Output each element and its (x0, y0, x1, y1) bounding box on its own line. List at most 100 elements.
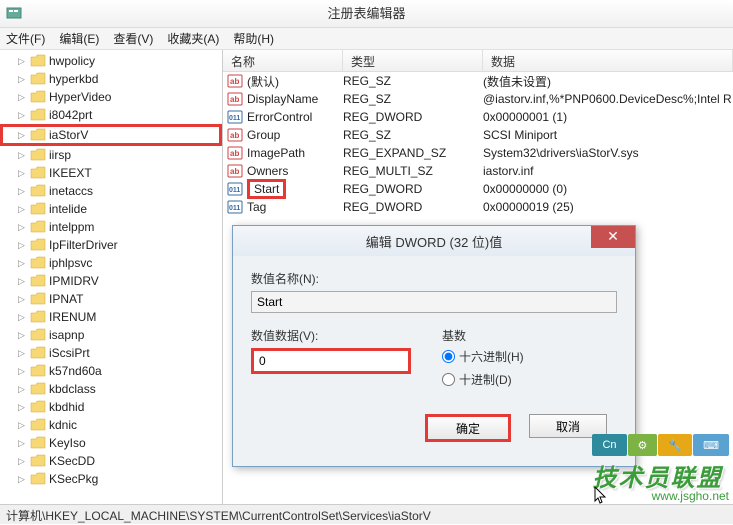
tree-item-ksecpkg[interactable]: ▷ KSecPkg (0, 470, 222, 488)
folder-icon (30, 166, 46, 180)
expand-icon[interactable]: ▷ (18, 204, 28, 215)
tree-item-ipfilterdriver[interactable]: ▷ IpFilterDriver (0, 236, 222, 254)
dialog-body: 数值名称(N): 数值数据(V): 基数 十六进制(H) 十进制(D) 确定 取… (233, 256, 635, 456)
tree-item-label: KeyIso (49, 436, 86, 450)
tree-item-iastorv[interactable]: ▷iaStorV (0, 124, 222, 146)
expand-icon[interactable]: ▷ (18, 312, 28, 323)
expand-icon[interactable]: ▷ (18, 438, 28, 449)
list-row[interactable]: 011TagREG_DWORD0x00000019 (25) (223, 198, 733, 216)
value-type: REG_DWORD (343, 110, 483, 124)
tree-item-i8042prt[interactable]: ▷i8042prt (0, 106, 222, 124)
expand-icon[interactable]: ▷ (18, 366, 28, 377)
value-data-field[interactable] (251, 348, 411, 374)
tree-item-label: KSecPkg (49, 472, 98, 486)
close-icon[interactable]: ✕ (591, 226, 635, 248)
hex-radio[interactable] (442, 350, 455, 363)
tree-item-hypervideo[interactable]: ▷ HyperVideo (0, 88, 222, 106)
tree-item-intelide[interactable]: ▷intelide (0, 200, 222, 218)
col-name-header[interactable]: 名称 (223, 50, 343, 71)
tree-item-iscsiprt[interactable]: ▷ iScsiPrt (0, 344, 222, 362)
tree-item-label: iScsiPrt (49, 346, 90, 360)
folder-icon (30, 382, 46, 396)
dec-radio[interactable] (442, 373, 455, 386)
folder-icon (30, 238, 46, 252)
expand-icon[interactable]: ▷ (18, 240, 28, 251)
value-type: REG_SZ (343, 74, 483, 88)
expand-icon[interactable]: ▷ (18, 186, 28, 197)
list-row[interactable]: abGroupREG_SZSCSI Miniport (223, 126, 733, 144)
svg-text:011: 011 (229, 115, 240, 122)
tree-item-inetaccs[interactable]: ▷inetaccs (0, 182, 222, 200)
ok-button[interactable]: 确定 (425, 414, 511, 442)
tree-item-iphlpsvc[interactable]: ▷ iphlpsvc (0, 254, 222, 272)
tree-item-ipnat[interactable]: ▷ IPNAT (0, 290, 222, 308)
expand-icon[interactable]: ▷ (18, 168, 28, 179)
svg-text:011: 011 (229, 187, 240, 194)
tree-item-label: KSecDD (49, 454, 95, 468)
tree-item-label: isapnp (49, 328, 84, 342)
tree-item-ikeext[interactable]: ▷IKEEXT (0, 164, 222, 182)
value-type: REG_DWORD (343, 182, 483, 196)
tree-item-label: IPNAT (49, 292, 83, 306)
tree-item-label: IpFilterDriver (49, 238, 118, 252)
folder-icon (30, 256, 46, 270)
tree-item-label: hwpolicy (49, 54, 95, 68)
list-row[interactable]: abImagePathREG_EXPAND_SZSystem32\drivers… (223, 144, 733, 162)
expand-icon[interactable]: ▷ (18, 420, 28, 431)
folder-icon (30, 202, 46, 216)
expand-icon[interactable]: ▷ (18, 258, 28, 269)
tree-item-ipmidrv[interactable]: ▷IPMIDRV (0, 272, 222, 290)
menu-view[interactable]: 查看(V) (113, 30, 153, 47)
tree-item-ksecdd[interactable]: ▷ KSecDD (0, 452, 222, 470)
list-row[interactable]: ab(默认)REG_SZ(数值未设置) (223, 72, 733, 90)
expand-icon[interactable]: ▷ (18, 222, 28, 233)
expand-icon[interactable]: ▷ (18, 92, 28, 103)
tree-item-label: iphlpsvc (49, 256, 92, 270)
tree-panel[interactable]: ▷hwpolicy▷hyperkbd▷HyperVideo▷i8042prt▷i… (0, 50, 223, 504)
list-row[interactable]: 011ErrorControlREG_DWORD0x00000001 (1) (223, 108, 733, 126)
expand-icon[interactable]: ▷ (18, 74, 28, 85)
edit-dword-dialog: 编辑 DWORD (32 位)值 ✕ 数值名称(N): 数值数据(V): 基数 … (232, 225, 636, 467)
expand-icon[interactable]: ▷ (18, 276, 28, 287)
expand-icon[interactable]: ▷ (18, 56, 28, 67)
folder-icon (30, 220, 46, 234)
expand-icon[interactable]: ▷ (18, 402, 28, 413)
tree-item-iirsp[interactable]: ▷iirsp (0, 146, 222, 164)
menu-favorites[interactable]: 收藏夹(A) (167, 30, 219, 47)
list-row[interactable]: 011StartREG_DWORD0x00000000 (0) (223, 180, 733, 198)
string-value-icon: ab (227, 163, 243, 179)
menu-edit[interactable]: 编辑(E) (59, 30, 99, 47)
menu-file[interactable]: 文件(F) (6, 30, 45, 47)
tree-item-hwpolicy[interactable]: ▷ hwpolicy (0, 52, 222, 70)
expand-icon[interactable]: ▷ (18, 348, 28, 359)
expand-icon[interactable]: ▷ (18, 474, 28, 485)
tree-item-k57nd60a[interactable]: ▷k57nd60a (0, 362, 222, 380)
tree-item-keyiso[interactable]: ▷ KeyIso (0, 434, 222, 452)
tree-item-hyperkbd[interactable]: ▷hyperkbd (0, 70, 222, 88)
list-row[interactable]: abOwnersREG_MULTI_SZiastorv.inf (223, 162, 733, 180)
tree-item-isapnp[interactable]: ▷ isapnp (0, 326, 222, 344)
expand-icon[interactable]: ▷ (18, 150, 28, 161)
list-row[interactable]: abDisplayNameREG_SZ@iastorv.inf,%*PNP060… (223, 90, 733, 108)
tree-item-irenum[interactable]: ▷IRENUM (0, 308, 222, 326)
tree-item-intelppm[interactable]: ▷intelppm (0, 218, 222, 236)
value-data: @iastorv.inf,%*PNP0600.DeviceDesc%;Intel… (483, 92, 733, 106)
menu-help[interactable]: 帮助(H) (233, 30, 274, 47)
tree-item-label: HyperVideo (49, 90, 111, 104)
expand-icon[interactable]: ▷ (18, 384, 28, 395)
binary-value-icon: 011 (227, 109, 243, 125)
value-type: REG_EXPAND_SZ (343, 146, 483, 160)
folder-icon (30, 184, 46, 198)
tree-item-kbdhid[interactable]: ▷kbdhid (0, 398, 222, 416)
expand-icon[interactable]: ▷ (18, 110, 28, 121)
tree-item-kbdclass[interactable]: ▷kbdclass (0, 380, 222, 398)
col-type-header[interactable]: 类型 (343, 50, 483, 71)
col-data-header[interactable]: 数据 (483, 50, 733, 71)
expand-icon[interactable]: ▷ (18, 130, 28, 141)
expand-icon[interactable]: ▷ (18, 330, 28, 341)
expand-icon[interactable]: ▷ (18, 456, 28, 467)
cancel-button[interactable]: 取消 (529, 414, 607, 438)
hex-label: 十六进制(H) (459, 348, 524, 365)
expand-icon[interactable]: ▷ (18, 294, 28, 305)
tree-item-kdnic[interactable]: ▷kdnic (0, 416, 222, 434)
